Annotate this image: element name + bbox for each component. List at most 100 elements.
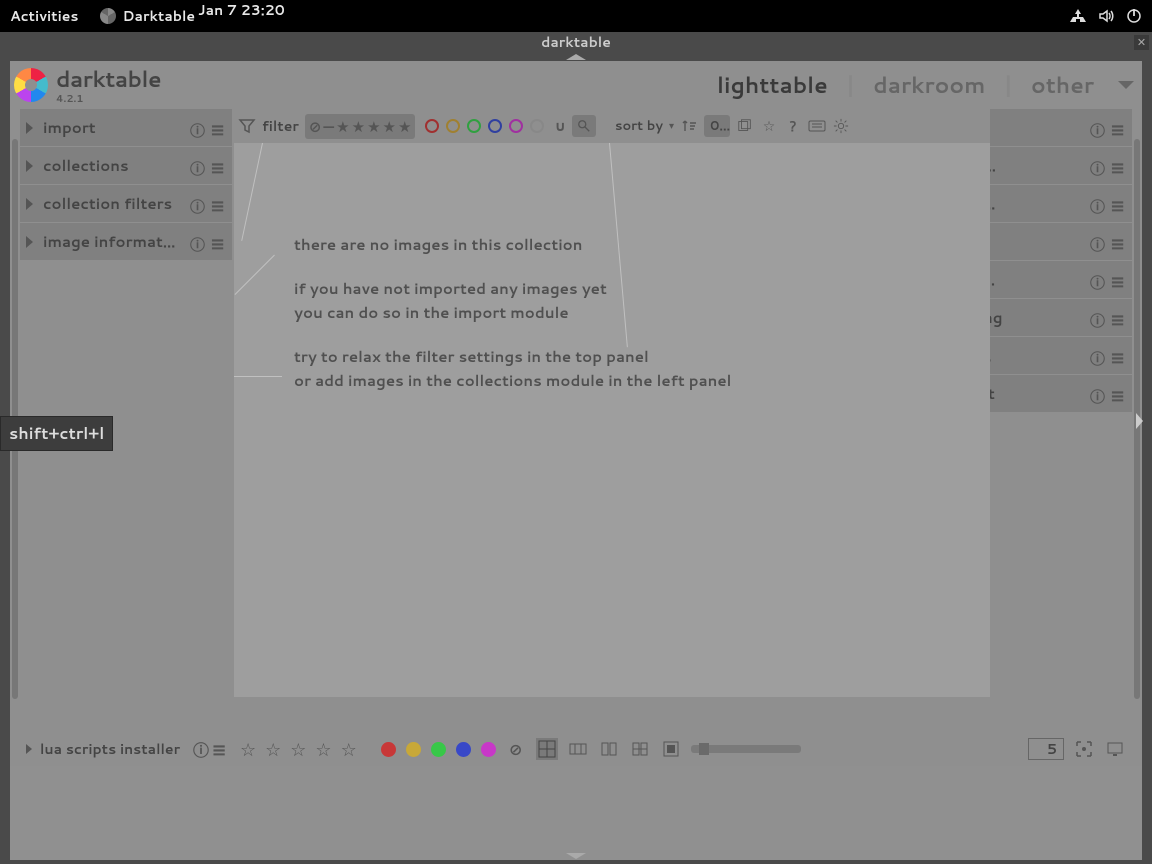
sort-field[interactable]: 0… — [704, 115, 730, 137]
view-lighttable[interactable]: lighttable — [717, 70, 828, 101]
rate-star-icon[interactable]: ☆ — [265, 736, 281, 762]
app-menu[interactable]: Darktable — [100, 6, 195, 26]
thumbnail-size-slider[interactable] — [691, 745, 801, 753]
app-menu-label: Darktable — [122, 6, 195, 26]
module-left-2[interactable]: collection filtersⓘ — [20, 185, 232, 222]
preset-menu-icon[interactable] — [1110, 120, 1126, 136]
module-left-1[interactable]: collectionsⓘ — [20, 147, 232, 184]
clear-color-icon[interactable]: ⊘ — [505, 738, 527, 760]
preset-menu-icon[interactable] — [1110, 348, 1126, 364]
rate-star-icon[interactable]: ☆ — [315, 736, 331, 762]
top-filter-bar: filter ⊘ — ★ ★ ★ ★ ★ ∪ — [234, 109, 990, 143]
color-filter-circle[interactable] — [446, 119, 460, 133]
network-icon[interactable] — [1070, 8, 1086, 24]
preset-menu-icon[interactable] — [1110, 272, 1126, 288]
color-label-dot[interactable] — [431, 742, 446, 757]
layout-culling-dynamic-icon[interactable] — [629, 738, 651, 760]
info-icon[interactable]: ⓘ — [1090, 386, 1106, 402]
filter-funnel-icon[interactable] — [238, 117, 256, 135]
preset-menu-icon[interactable] — [210, 234, 226, 250]
info-icon[interactable]: ⓘ — [190, 158, 206, 174]
info-icon[interactable]: ⓘ — [1090, 348, 1106, 364]
info-icon[interactable]: ⓘ — [190, 196, 206, 212]
grouping-icon[interactable] — [736, 117, 754, 135]
layout-culling-icon[interactable] — [598, 738, 620, 760]
color-filter-circle[interactable] — [425, 119, 439, 133]
unstar-icon[interactable]: — — [323, 116, 334, 137]
thumbnail-columns-input[interactable]: 5 — [1028, 738, 1064, 760]
module-left-3[interactable]: image informat…ⓘ — [20, 223, 232, 260]
power-icon[interactable] — [1126, 8, 1142, 24]
info-icon[interactable]: ⓘ — [1090, 272, 1106, 288]
empty-collection-message: there are no images in this collection i… — [294, 233, 731, 393]
lua-scripts-module[interactable]: lua scripts installer ⓘ — [20, 732, 234, 766]
info-icon[interactable]: ⓘ — [1090, 196, 1106, 212]
star-icon[interactable]: ★ — [367, 116, 380, 137]
info-icon[interactable]: ⓘ — [1090, 234, 1106, 250]
view-separator: | — [846, 70, 856, 101]
star-icon[interactable]: ★ — [352, 116, 365, 137]
color-filter-circle[interactable] — [467, 119, 481, 133]
hint-line — [234, 376, 282, 377]
rate-star-icon[interactable]: ☆ — [341, 736, 357, 762]
right-rail[interactable] — [1132, 109, 1142, 729]
color-label-dot[interactable] — [456, 742, 471, 757]
collapse-top-arrow-icon[interactable] — [566, 54, 586, 60]
bottom-tool-strip: ☆ ☆ ☆ ☆ ☆ ⊘ — [234, 736, 1132, 762]
view-darkroom[interactable]: darkroom — [873, 70, 985, 101]
lua-label: lua scripts installer — [40, 739, 192, 759]
module-left-0[interactable]: importⓘ — [20, 109, 232, 146]
info-icon[interactable]: ⓘ — [190, 234, 206, 250]
sort-label: sort by — [615, 117, 663, 135]
preset-menu-icon[interactable] — [210, 196, 226, 212]
color-filter-circle[interactable] — [488, 119, 502, 133]
view-dropdown-icon[interactable] — [1118, 81, 1134, 89]
layout-preview-icon[interactable] — [660, 738, 682, 760]
expand-right-icon[interactable] — [1136, 413, 1143, 429]
preset-menu-icon[interactable] — [1110, 310, 1126, 326]
info-icon[interactable]: ⓘ — [1090, 120, 1106, 136]
info-icon[interactable]: ⓘ — [1090, 158, 1106, 174]
preset-menu-icon[interactable] — [1110, 386, 1126, 402]
gnome-top-bar: Activities Darktable Jan 7 23:20 — [0, 0, 1152, 32]
color-label-dot[interactable] — [381, 742, 396, 757]
info-icon[interactable]: ⓘ — [190, 120, 206, 136]
star-icon[interactable]: ★ — [398, 116, 411, 137]
info-icon[interactable]: ⓘ — [1090, 310, 1106, 326]
reject-icon[interactable]: ⊘ — [309, 116, 322, 137]
preset-menu-icon[interactable] — [1110, 196, 1126, 212]
search-button[interactable] — [572, 115, 596, 137]
center-area: filter ⊘ — ★ ★ ★ ★ ★ ∪ — [234, 109, 990, 729]
color-filter-circle[interactable] — [530, 119, 544, 133]
preset-menu-icon[interactable] — [210, 740, 228, 758]
info-icon[interactable]: ⓘ — [192, 740, 210, 758]
preferences-gear-icon[interactable] — [832, 117, 850, 135]
rating-filter[interactable]: ⊘ — ★ ★ ★ ★ ★ — [305, 114, 416, 139]
window-close-button[interactable]: ✕ — [1134, 35, 1149, 50]
keyboard-icon[interactable] — [808, 117, 826, 135]
star-icon[interactable]: ★ — [336, 116, 349, 137]
preset-menu-icon[interactable] — [1110, 158, 1126, 174]
color-label-dot[interactable] — [406, 742, 421, 757]
collapse-bottom-arrow-icon[interactable] — [566, 853, 586, 859]
activities-button[interactable]: Activities — [10, 6, 78, 26]
volume-icon[interactable] — [1098, 8, 1114, 24]
color-label-dot[interactable] — [481, 742, 496, 757]
filter-any-icon[interactable]: ∪ — [554, 116, 565, 136]
rate-star-icon[interactable]: ☆ — [240, 736, 256, 762]
view-other[interactable]: other — [1031, 70, 1094, 101]
star-icon[interactable]: ★ — [383, 116, 396, 137]
sort-order-icon[interactable] — [680, 117, 698, 135]
help-icon[interactable]: ? — [784, 117, 802, 135]
sort-direction-icon[interactable]: ▾ — [669, 119, 674, 133]
display-profile-icon[interactable] — [1104, 738, 1126, 760]
focus-peaking-icon[interactable] — [1073, 738, 1095, 760]
preset-menu-icon[interactable] — [210, 158, 226, 174]
layout-grid-icon[interactable] — [536, 738, 558, 760]
preset-menu-icon[interactable] — [1110, 234, 1126, 250]
preset-menu-icon[interactable] — [210, 120, 226, 136]
overlay-star-icon[interactable]: ☆ — [760, 117, 778, 135]
layout-zoomable-icon[interactable] — [567, 738, 589, 760]
color-filter-circle[interactable] — [509, 119, 523, 133]
rate-star-icon[interactable]: ☆ — [290, 736, 306, 762]
